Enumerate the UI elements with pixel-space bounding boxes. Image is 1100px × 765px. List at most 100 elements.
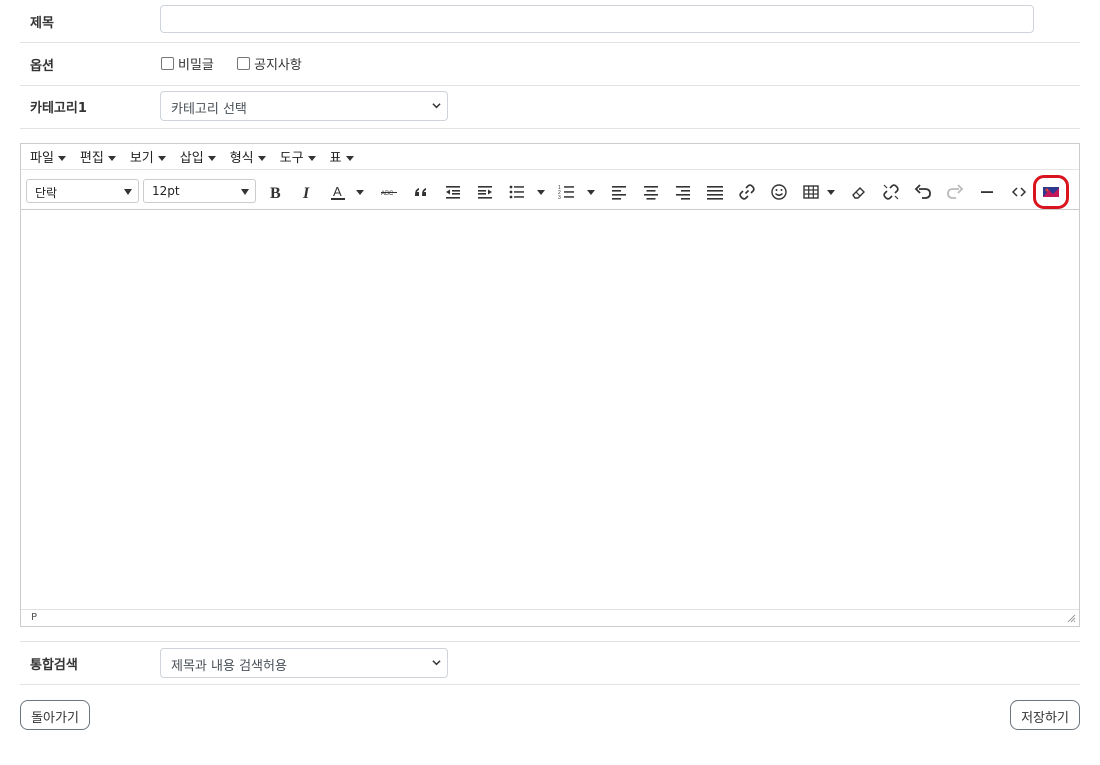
caret-down-icon: [107, 156, 116, 161]
link-icon: [739, 184, 755, 200]
editor-content-area[interactable]: [21, 210, 1079, 610]
search-select[interactable]: 제목과 내용 검색허용: [160, 648, 448, 678]
blockquote-button[interactable]: [410, 181, 432, 203]
category-select-value: 카테고리 선택: [171, 102, 247, 117]
caret-down-icon[interactable]: [827, 190, 835, 195]
caret-down-icon: [345, 156, 354, 161]
font-size-select[interactable]: 12pt: [143, 179, 256, 203]
caret-down-icon[interactable]: [537, 190, 545, 195]
menu-edit[interactable]: 편집: [80, 147, 116, 166]
category-row: 카테고리1 카테고리 선택: [20, 86, 1080, 129]
align-justify-icon: [707, 186, 723, 200]
secret-checkbox-label: 비밀글: [178, 58, 214, 73]
notice-checkbox[interactable]: [237, 57, 250, 70]
menu-format-label: 형식: [229, 151, 254, 166]
rich-text-editor: 파일 편집 보기 삽입 형식 도구 표 단락 12pt B I A ABC 1 …: [20, 143, 1080, 627]
highlight-annotation: [1033, 175, 1069, 209]
table-button[interactable]: [800, 181, 822, 203]
menu-view-label: 보기: [129, 151, 154, 166]
editor-statusbar: P: [21, 609, 1079, 626]
menu-tools-label: 도구: [279, 151, 304, 166]
notice-option[interactable]: 공지사항: [237, 54, 302, 73]
horizontal-rule-button[interactable]: [976, 181, 998, 203]
bold-button[interactable]: B: [264, 181, 286, 203]
blockquote-icon: [415, 188, 426, 196]
align-left-icon: [612, 186, 626, 200]
align-right-button[interactable]: [672, 181, 694, 203]
caret-down-icon: [257, 156, 266, 161]
menu-insert[interactable]: 삽입: [180, 147, 216, 166]
numbered-list-button[interactable]: 123: [556, 181, 578, 203]
svg-text:B: B: [270, 185, 281, 201]
search-select-value: 제목과 내용 검색허용: [171, 659, 287, 674]
align-justify-button[interactable]: [704, 181, 726, 203]
menu-insert-label: 삽입: [179, 151, 204, 166]
bullet-list-button[interactable]: [506, 181, 528, 203]
secret-option[interactable]: 비밀글: [161, 54, 214, 73]
strikethrough-icon: ABC: [381, 191, 397, 197]
outdent-icon: [446, 186, 460, 199]
bullet-list-icon: [509, 185, 524, 199]
caret-down-icon[interactable]: [587, 190, 595, 195]
emoticon-icon: [771, 184, 787, 200]
svg-text:ABC: ABC: [381, 191, 394, 197]
options-label: 옵션: [30, 59, 54, 74]
text-color-button[interactable]: A: [327, 181, 349, 203]
svg-text:I: I: [302, 185, 310, 201]
emoticon-button[interactable]: [768, 181, 790, 203]
menu-file-label: 파일: [30, 151, 54, 166]
redo-button[interactable]: [944, 181, 966, 203]
source-code-button[interactable]: [1008, 181, 1030, 203]
svg-text:A: A: [333, 184, 342, 199]
italic-icon: I: [302, 185, 310, 201]
element-path[interactable]: P: [31, 612, 37, 623]
caret-down-icon: [241, 189, 249, 195]
secret-checkbox[interactable]: [161, 57, 174, 70]
menu-file[interactable]: 파일: [30, 147, 66, 166]
strikethrough-button[interactable]: ABC: [378, 181, 400, 203]
title-input[interactable]: [160, 5, 1034, 33]
unlink-button[interactable]: [880, 181, 902, 203]
caret-down-icon: [124, 189, 132, 195]
chevron-down-icon: [432, 103, 441, 109]
font-size-value: 12pt: [152, 184, 180, 198]
menu-table-label: 표: [329, 151, 342, 166]
table-icon: [803, 185, 819, 199]
category-select[interactable]: 카테고리 선택: [160, 91, 448, 121]
italic-button[interactable]: I: [296, 181, 318, 203]
editor-menubar: 파일 편집 보기 삽입 형식 도구 표: [21, 144, 1079, 169]
svg-text:3: 3: [558, 195, 561, 201]
notice-checkbox-label: 공지사항: [254, 58, 302, 73]
text-color-icon: A: [331, 184, 345, 200]
undo-icon: [914, 184, 931, 199]
resize-handle-icon[interactable]: [1067, 614, 1076, 623]
title-label: 제목: [30, 16, 54, 31]
eraser-icon: [852, 187, 865, 199]
editor-toolbar: 단락 12pt B I A ABC 1 2 3: [21, 169, 1079, 210]
search-row: 통합검색 제목과 내용 검색허용: [20, 641, 1080, 685]
eraser-button[interactable]: [848, 181, 870, 203]
numbered-list-icon: 123: [558, 185, 574, 201]
undo-button[interactable]: [912, 181, 934, 203]
indent-button[interactable]: [474, 181, 496, 203]
block-format-select[interactable]: 단락: [26, 179, 139, 203]
unlink-icon: [883, 184, 899, 200]
horizontal-rule-icon: [981, 191, 993, 193]
align-left-button[interactable]: [608, 181, 630, 203]
bold-icon: B: [270, 185, 281, 201]
caret-down-icon: [207, 156, 216, 161]
menu-tools[interactable]: 도구: [280, 147, 316, 166]
align-center-button[interactable]: [640, 181, 662, 203]
outdent-button[interactable]: [442, 181, 464, 203]
menu-view[interactable]: 보기: [130, 147, 166, 166]
back-button[interactable]: 돌아가기: [20, 700, 90, 730]
menu-table[interactable]: 표: [330, 147, 354, 166]
indent-icon: [478, 186, 492, 199]
caret-down-icon[interactable]: [356, 190, 364, 195]
save-button[interactable]: 저장하기: [1010, 700, 1080, 730]
caret-down-icon: [307, 156, 316, 161]
link-button[interactable]: [736, 181, 758, 203]
redo-icon: [947, 184, 964, 199]
menu-format[interactable]: 형식: [230, 147, 266, 166]
caret-down-icon: [157, 156, 166, 161]
